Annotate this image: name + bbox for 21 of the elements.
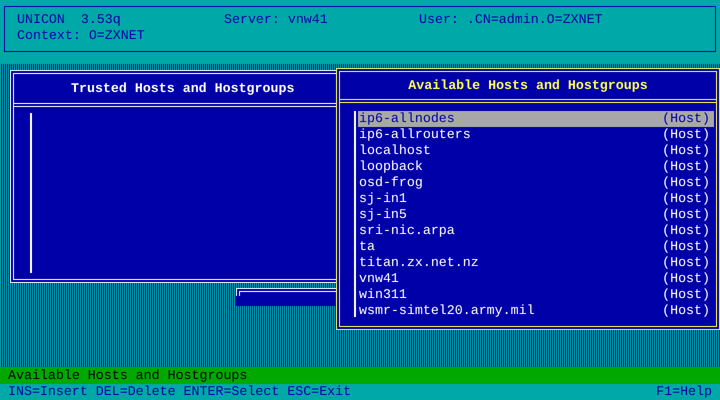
host-list-item[interactable]: sri-nic.arpa (Host)	[358, 223, 714, 239]
host-list-item[interactable]: wsmr-simtel20.army.mil (Host)	[358, 303, 714, 319]
server-label: Server: vnw41	[224, 12, 329, 28]
host-list-item[interactable]: vnw41 (Host)	[358, 271, 714, 287]
host-list-item[interactable]: win311 (Host)	[358, 287, 714, 303]
host-list-item[interactable]: loopback (Host)	[358, 159, 714, 175]
app-version: UNICON 3.53q	[17, 12, 122, 28]
host-list-item[interactable]: ip6-allnodes (Host)	[358, 111, 714, 127]
host-list-item[interactable]: sj-in5 (Host)	[358, 207, 714, 223]
host-list-item[interactable]: ta (Host)	[358, 239, 714, 255]
context-label: Context: O=ZXNET	[17, 28, 145, 43]
key-shortcuts: INS=Insert DEL=Delete ENTER=Select ESC=Exit	[8, 384, 352, 400]
host-list-item[interactable]: localhost (Host)	[358, 143, 714, 159]
host-list-item[interactable]: ip6-allrouters (Host)	[358, 127, 714, 143]
user-label: User: .CN=admin.O=ZXNET	[419, 12, 603, 28]
host-list-item[interactable]: sj-in1 (Host)	[358, 191, 714, 207]
help-key: F1=Help	[656, 384, 712, 400]
host-list-item[interactable]: osd-frog (Host)	[358, 175, 714, 191]
status-message: Available Hosts and Hostgroups	[0, 367, 720, 384]
host-list-item[interactable]: titan.zx.net.nz (Host)	[358, 255, 714, 271]
panel-title: Available Hosts and Hostgroups	[340, 72, 716, 103]
